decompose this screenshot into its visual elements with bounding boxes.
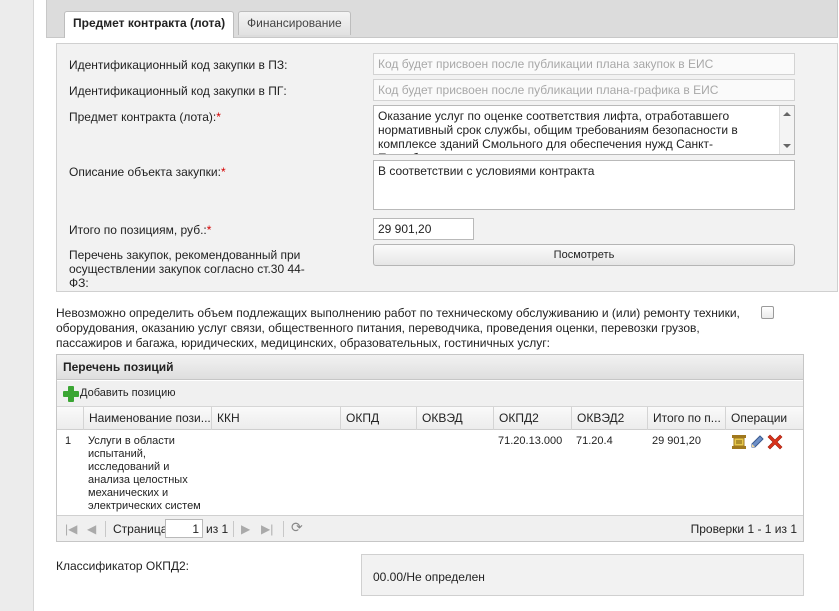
okpd2-panel: 00.00/Не определен (361, 554, 804, 596)
col-okved2[interactable]: ОКВЭД2 (571, 407, 647, 430)
next-page-icon[interactable]: ▶ (241, 522, 250, 536)
scroll-document-icon[interactable] (731, 434, 747, 450)
scroll-down-icon[interactable] (783, 144, 791, 148)
subject-textarea[interactable]: Оказание услуг по оценке соответствия ли… (373, 105, 795, 155)
refresh-icon[interactable]: ⟳ (291, 520, 303, 534)
col-okved[interactable]: ОКВЭД (416, 407, 493, 430)
grid-column-header: Наименование пози... ККН ОКПД ОКВЭД ОКПД… (57, 407, 803, 430)
col-total[interactable]: Итого по п... (647, 407, 725, 430)
row-number: 1 (65, 435, 72, 447)
edit-pencil-icon[interactable] (749, 434, 765, 450)
col-name[interactable]: Наименование пози... (83, 407, 211, 430)
first-page-icon[interactable]: |◀ (65, 522, 77, 536)
delete-icon[interactable] (767, 434, 783, 450)
page-label: Страница (113, 522, 168, 536)
col-operations: Операции (725, 407, 803, 430)
positions-grid: Перечень позиций Добавить позицию Наимен… (56, 354, 804, 542)
row-name: Услуги в области испытаний, исследований… (88, 435, 201, 512)
add-position-label: Добавить позицию (80, 387, 176, 399)
grid-pager: |◀ ◀ Страница 1 из 1 ▶ ▶| ⟳ Проверки 1 -… (57, 515, 803, 541)
last-page-icon[interactable]: ▶| (261, 522, 273, 536)
add-plus-icon (63, 386, 79, 402)
grid-title: Перечень позиций (57, 355, 803, 380)
contract-fields-panel: Идентификационный код закупки в ПЗ: Код … (56, 43, 838, 292)
col-okpd2[interactable]: ОКПД2 (493, 407, 571, 430)
description-label: Описание объекта закупки:* (69, 165, 226, 179)
okpd2-value: 00.00/Не определен (373, 570, 485, 584)
ikz-pz-field[interactable]: Код будет присвоен после публикации план… (373, 53, 795, 75)
total-field[interactable]: 29 901,20 (373, 218, 474, 240)
prev-page-icon[interactable]: ◀ (87, 522, 96, 536)
view-button[interactable]: Посмотреть (373, 244, 795, 266)
impossible-volume-label: Невозможно определить объем подлежащих в… (56, 306, 740, 350)
grid-toolbar: Добавить позицию (57, 381, 803, 407)
description-textarea[interactable]: В соответствии с условиями контракта (373, 160, 795, 210)
col-okpd[interactable]: ОКПД (340, 407, 416, 430)
total-label: Итого по позициям, руб.:* (69, 223, 212, 237)
impossible-volume-checkbox[interactable] (761, 306, 774, 319)
pager-status: Проверки 1 - 1 из 1 (690, 522, 797, 536)
okpd2-label: Классификатор ОКПД2: (56, 559, 189, 573)
row-total: 29 901,20 (652, 435, 701, 447)
ikz-pz-label: Идентификационный код закупки в ПЗ: (69, 58, 288, 72)
ikz-pg-field[interactable]: Код будет присвоен после публикации план… (373, 79, 795, 101)
col-kkn[interactable]: ККН (211, 407, 340, 430)
tab-financing[interactable]: Финансирование (238, 11, 351, 35)
row-okpd2: 71.20.13.000 (498, 435, 563, 447)
table-row[interactable]: 1 Услуги в области испытаний, исследован… (57, 431, 803, 517)
form-page: Предмет контракта (лота) Финансирование … (33, 0, 839, 611)
tab-bar: Предмет контракта (лота) Финансирование (46, 0, 838, 38)
subject-scrollbar[interactable] (779, 106, 794, 154)
subject-label: Предмет контракта (лота):* (69, 110, 221, 124)
col-num (57, 407, 83, 430)
ikz-pg-label: Идентификационный код закупки в ПГ: (69, 84, 287, 98)
page-count: из 1 (206, 522, 229, 536)
purchase-list-label: Перечень закупок, рекомендованный при ос… (69, 248, 305, 290)
page-input[interactable]: 1 (165, 519, 203, 538)
row-okved2: 71.20.4 (576, 435, 613, 447)
tab-contract-subject[interactable]: Предмет контракта (лота) (64, 11, 235, 38)
scroll-up-icon[interactable] (783, 112, 791, 116)
